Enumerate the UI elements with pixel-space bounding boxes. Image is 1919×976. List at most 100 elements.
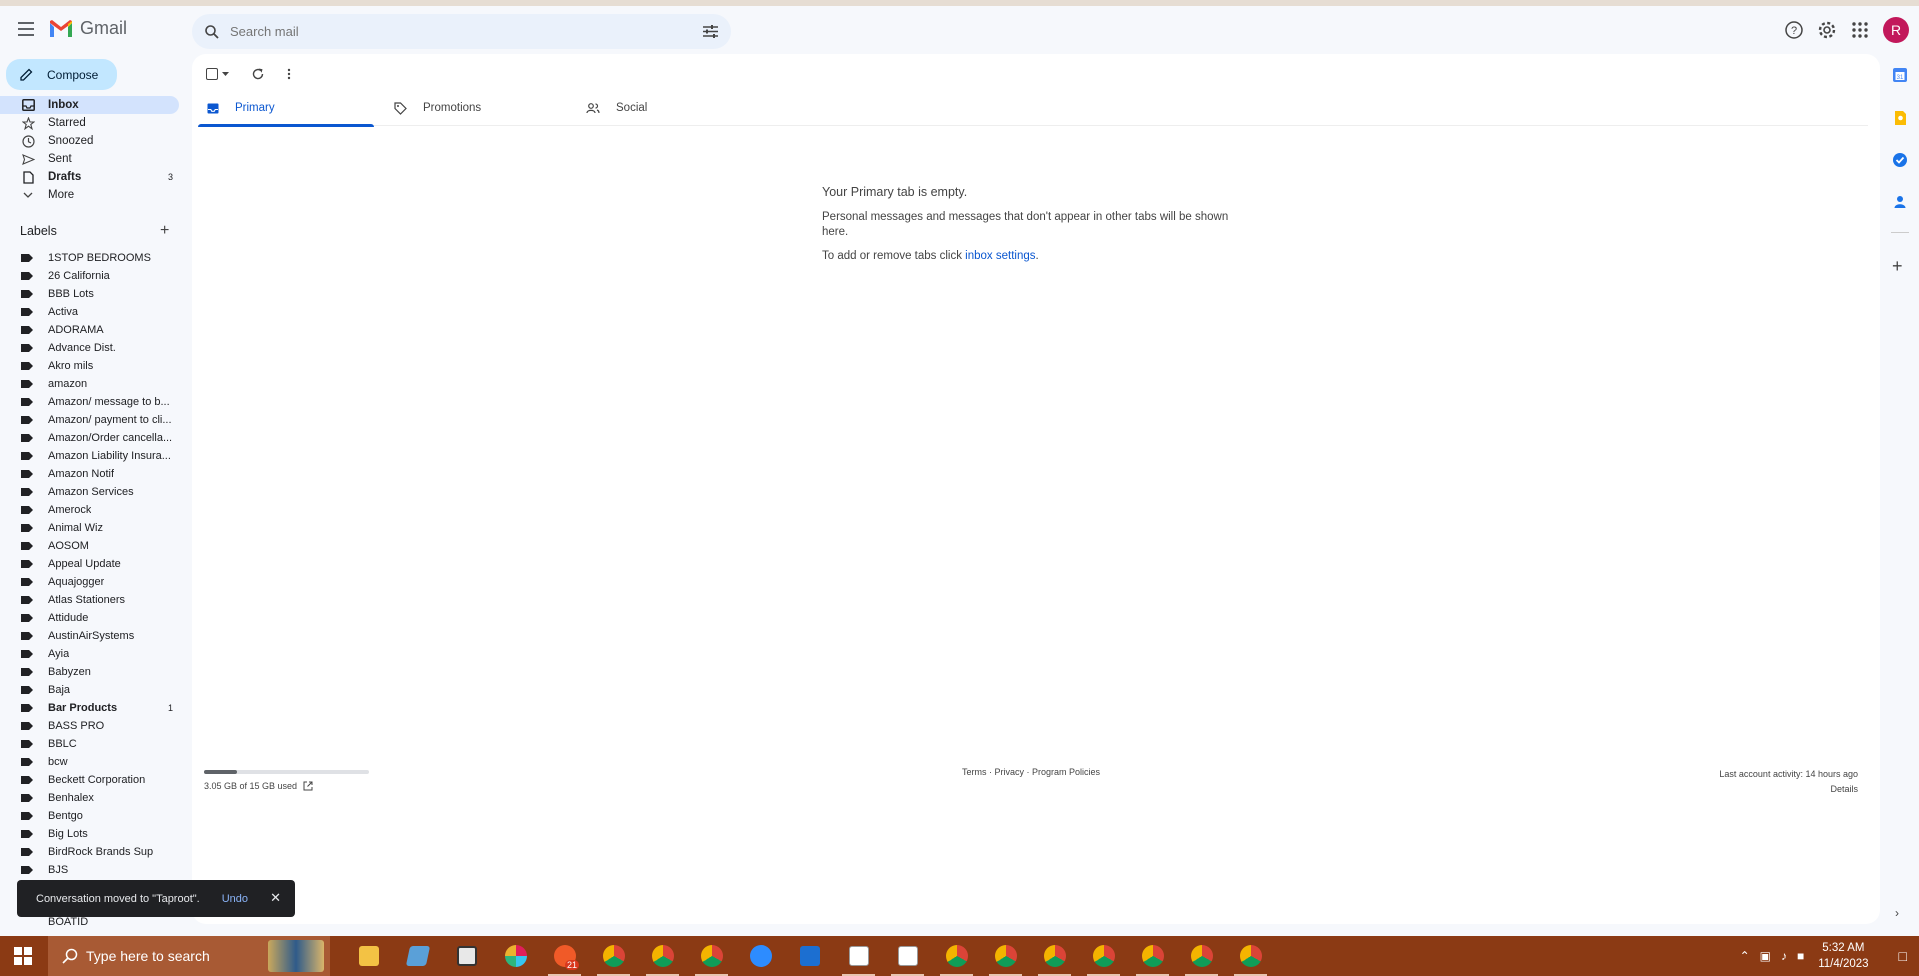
main-menu-icon[interactable] <box>14 18 38 42</box>
label-item[interactable]: Beckett Corporation <box>0 771 179 789</box>
label-item[interactable]: Akro mils <box>0 357 179 375</box>
label-item[interactable]: BirdRock Brands Sup <box>0 843 179 861</box>
label-item[interactable]: Bentgo <box>0 807 179 825</box>
meet-now-icon[interactable]: ▣ <box>1760 949 1771 963</box>
label-item[interactable]: AOSOM <box>0 537 179 555</box>
close-icon[interactable]: ✕ <box>270 890 281 906</box>
refresh-icon[interactable] <box>251 67 265 81</box>
chevron-right-icon[interactable]: › <box>1895 906 1899 920</box>
calendar-icon[interactable]: 31 <box>1892 67 1908 83</box>
document-chart-2-icon[interactable] <box>883 936 932 976</box>
label-item[interactable]: 1STOP BEDROOMS <box>0 249 179 267</box>
label-item[interactable]: Babyzen <box>0 663 179 681</box>
label-item[interactable]: amazon <box>0 375 179 393</box>
inbox-settings-link[interactable]: inbox settings <box>965 250 1035 262</box>
footer-links[interactable]: Terms · Privacy · Program Policies <box>962 767 1100 777</box>
details-link[interactable]: Details <box>1719 782 1858 797</box>
label-item[interactable]: BBLC <box>0 735 179 753</box>
tab-promotions[interactable]: Promotions <box>394 90 481 126</box>
label-item[interactable]: Big Lots <box>0 825 179 843</box>
help-icon[interactable]: ? <box>1784 20 1804 40</box>
nav-item-snoozed[interactable]: Snoozed <box>0 132 179 150</box>
chrome-profile-5-icon[interactable] <box>1079 936 1128 976</box>
chrome-profile-7-icon[interactable] <box>1177 936 1226 976</box>
windows-start-icon[interactable] <box>14 947 32 965</box>
label-item[interactable]: Activa <box>0 303 179 321</box>
label-item[interactable]: Amerock <box>0 501 179 519</box>
slack-icon[interactable] <box>491 936 540 976</box>
tasks-icon[interactable] <box>1892 152 1908 168</box>
chevron-up-icon[interactable]: ⌃ <box>1740 949 1750 963</box>
chrome-profile-6-icon[interactable] <box>1128 936 1177 976</box>
label-item[interactable]: Amazon/ payment to cli... <box>0 411 179 429</box>
label-item[interactable]: Amazon Notif <box>0 465 179 483</box>
label-item[interactable]: Amazon Services <box>0 483 179 501</box>
search-input[interactable] <box>230 24 670 39</box>
calculator-icon[interactable] <box>442 936 491 976</box>
label-item[interactable]: bcw <box>0 753 179 771</box>
zoom-z-icon[interactable] <box>736 936 785 976</box>
notifications-icon[interactable]: □ <box>1899 948 1907 964</box>
contacts-icon[interactable] <box>1892 194 1908 210</box>
taskbar-search[interactable]: Type here to search <box>48 936 330 976</box>
chrome-profile-3-icon[interactable] <box>981 936 1030 976</box>
file-explorer-icon[interactable] <box>344 936 393 976</box>
label-item-partial[interactable]: BOATID <box>48 916 88 928</box>
label-item[interactable]: Baja <box>0 681 179 699</box>
apps-grid-icon[interactable] <box>1850 20 1870 40</box>
label-item[interactable]: Amazon/Order cancella... <box>0 429 179 447</box>
nav-item-inbox[interactable]: Inbox <box>0 96 179 114</box>
label-item[interactable]: AustinAirSystems <box>0 627 179 645</box>
add-label-icon[interactable]: + <box>160 223 169 239</box>
select-all-checkbox[interactable] <box>206 68 229 80</box>
label-item[interactable]: BJS <box>0 861 179 879</box>
tab-primary[interactable]: Primary <box>198 90 374 127</box>
label-item[interactable]: Advance Dist. <box>0 339 179 357</box>
r-app-icon[interactable] <box>785 936 834 976</box>
notepad-icon[interactable] <box>393 936 442 976</box>
label-item[interactable]: 26 California <box>0 267 179 285</box>
telegram-icon[interactable]: 21 <box>540 936 589 976</box>
account-avatar[interactable]: R <box>1883 17 1909 43</box>
chrome-profile-k-icon[interactable] <box>687 936 736 976</box>
label-item[interactable]: BBB Lots <box>0 285 179 303</box>
external-link-icon[interactable] <box>303 781 313 791</box>
chrome-profile-2-icon[interactable] <box>932 936 981 976</box>
label-item[interactable]: Attidude <box>0 609 179 627</box>
nav-item-sent[interactable]: Sent <box>0 150 179 168</box>
document-chart-icon[interactable] <box>834 936 883 976</box>
undo-button[interactable]: Undo <box>222 893 248 905</box>
settings-gear-icon[interactable] <box>1817 20 1837 40</box>
label-item[interactable]: Benhalex <box>0 789 179 807</box>
chrome-icon[interactable] <box>589 936 638 976</box>
label-item[interactable]: Aquajogger <box>0 573 179 591</box>
label-item[interactable]: Animal Wiz <box>0 519 179 537</box>
search-icon[interactable] <box>204 24 220 40</box>
volume-icon[interactable]: ♪ <box>1781 949 1787 963</box>
chrome-profile-8-icon[interactable] <box>1226 936 1275 976</box>
label-item[interactable]: Appeal Update <box>0 555 179 573</box>
more-vert-icon[interactable] <box>287 68 291 80</box>
chrome-profile-4-icon[interactable] <box>1030 936 1079 976</box>
label-item[interactable]: Ayia <box>0 645 179 663</box>
gmail-logo[interactable]: Gmail <box>48 18 127 39</box>
label-item[interactable]: Amazon Liability Insura... <box>0 447 179 465</box>
add-addon-icon[interactable]: + <box>1892 257 1903 275</box>
label-item[interactable]: ADORAMA <box>0 321 179 339</box>
nav-item-more[interactable]: More <box>0 186 179 204</box>
network-icon[interactable]: ■ <box>1797 949 1804 963</box>
label-tag-icon <box>21 434 33 442</box>
label-item[interactable]: Amazon/ message to b... <box>0 393 179 411</box>
label-item[interactable]: BASS PRO <box>0 717 179 735</box>
search-options-icon[interactable] <box>702 23 719 40</box>
compose-button[interactable]: Compose <box>6 59 117 90</box>
nav-item-drafts[interactable]: Drafts 3 <box>0 168 179 186</box>
label-item[interactable]: Atlas Stationers <box>0 591 179 609</box>
label-item[interactable]: Bar Products 1 <box>0 699 179 717</box>
nav-item-starred[interactable]: Starred <box>0 114 179 132</box>
keep-icon[interactable] <box>1892 110 1908 126</box>
taskbar-clock[interactable]: 5:32 AM 11/4/2023 <box>1818 940 1868 972</box>
search-bar[interactable] <box>192 14 731 49</box>
tab-social[interactable]: Social <box>586 90 647 126</box>
chrome-profile-icon[interactable] <box>638 936 687 976</box>
